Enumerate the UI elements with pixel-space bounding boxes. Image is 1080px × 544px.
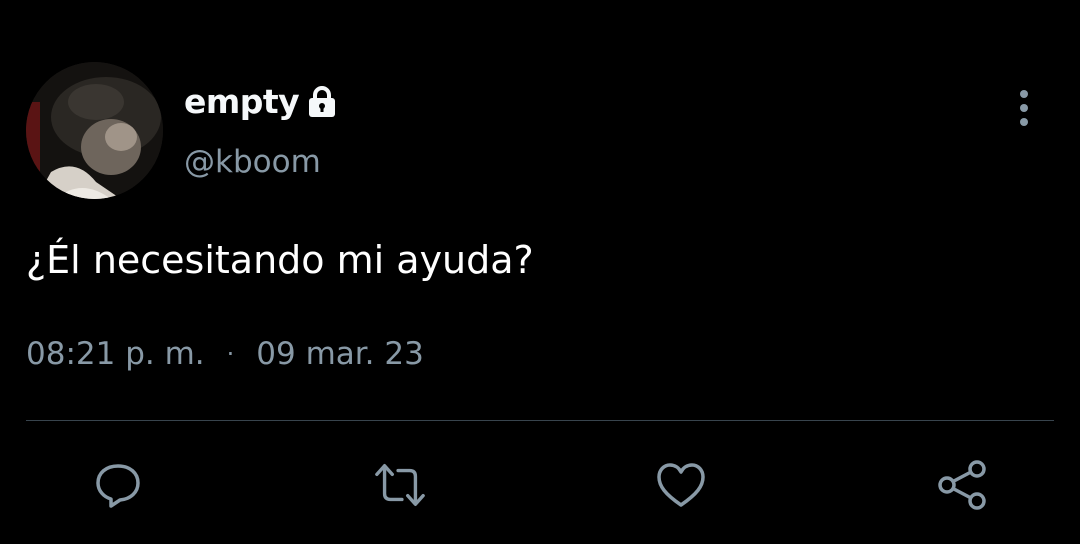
tweet-text: ¿Él necesitando mi ayuda? <box>26 238 534 282</box>
avatar-photo <box>26 62 163 199</box>
like-icon <box>657 463 705 507</box>
display-name-text: empty <box>184 82 300 121</box>
reply-icon <box>96 464 140 508</box>
share-icon <box>938 460 986 510</box>
tweet-card: empty @kboom ¿Él necesitando mi ayuda? 0… <box>0 0 1080 544</box>
tweet-time: 08:21 p. m. <box>26 336 205 372</box>
user-handle[interactable]: @kboom <box>184 144 321 180</box>
tweet-date: 09 mar. 23 <box>256 336 424 372</box>
retweet-icon <box>375 464 425 506</box>
meta-separator: · <box>226 340 235 368</box>
display-name[interactable]: empty <box>184 82 340 121</box>
avatar[interactable] <box>26 62 163 199</box>
more-vertical-icon <box>1020 90 1028 126</box>
more-options-button[interactable] <box>1004 86 1044 130</box>
share-button[interactable] <box>935 458 989 512</box>
divider <box>26 420 1054 421</box>
reply-button[interactable] <box>91 458 145 512</box>
like-button[interactable] <box>654 458 708 512</box>
tweet-timestamp: 08:21 p. m. · 09 mar. 23 <box>26 336 424 372</box>
lock-icon <box>304 84 340 120</box>
retweet-button[interactable] <box>373 458 427 512</box>
